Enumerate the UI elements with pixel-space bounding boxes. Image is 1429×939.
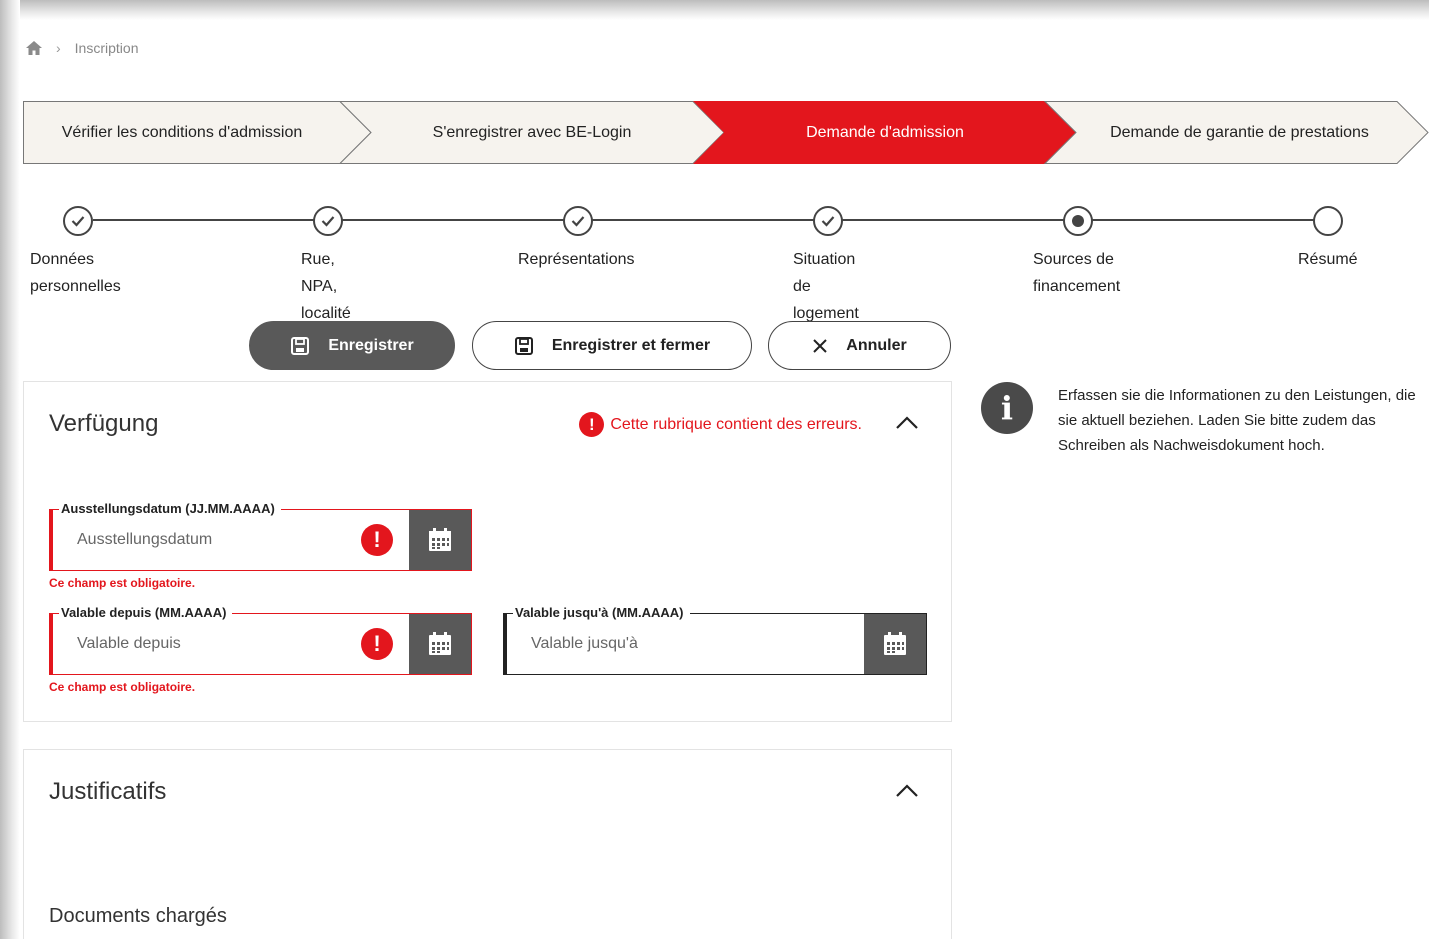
stepper-label-line: Représentations — [518, 251, 635, 268]
calendar-icon — [429, 528, 451, 551]
stepper-label-summary: Résumé — [1298, 246, 1358, 273]
cancel-button-label: Annuler — [846, 336, 907, 354]
chevron-right-icon: › — [56, 40, 61, 56]
chevron-up-icon — [896, 784, 918, 797]
breadcrumb: › Inscription — [26, 40, 138, 56]
stepper-label-line: Données — [30, 251, 95, 268]
progress-stepper: Données personnelles Rue, NPA, localité … — [20, 204, 1429, 324]
stepper-label-personal-data: Données personnelles — [30, 246, 121, 300]
stepper-label-financing: Sources de financement — [1033, 246, 1120, 300]
collapse-section-button[interactable] — [893, 409, 921, 437]
stepper-label-line: financement — [1033, 278, 1121, 295]
stepper-node-summary[interactable] — [1313, 206, 1343, 236]
stepper-label-line: NPA, — [301, 278, 338, 295]
stepper-label-line: Résumé — [1298, 251, 1358, 268]
stepper-node-personal-data[interactable] — [63, 206, 93, 236]
section-error-text: Cette rubrique contient des erreurs. — [610, 415, 862, 433]
stepper-label-line: Sources de — [1033, 251, 1114, 268]
issue-date-calendar-button[interactable] — [409, 510, 471, 570]
valid-from-calendar-button[interactable] — [409, 614, 471, 674]
process-step-admission-request[interactable]: Demande d'admission — [724, 101, 1046, 164]
issue-date-input[interactable] — [77, 510, 337, 570]
stepper-node-financing[interactable] — [1063, 206, 1093, 236]
home-icon[interactable] — [26, 41, 42, 55]
floppy-disk-icon — [291, 336, 310, 355]
save-and-close-button-label: Enregistrer et fermer — [551, 336, 711, 354]
check-icon — [71, 216, 85, 227]
process-steps: Vérifier les conditions d'admission S'en… — [23, 101, 1429, 164]
section-justificatifs: Justificatifs Documents chargés — [23, 749, 952, 939]
valid-from-field: Valable depuis (MM.AAAA) ! — [49, 605, 472, 675]
stepper-label-line: de — [793, 278, 811, 295]
stepper-node-representations[interactable] — [563, 206, 593, 236]
chevron-up-icon — [896, 416, 918, 429]
uploaded-documents-heading: Documents chargés — [49, 905, 227, 927]
stepper-label-line: Rue, — [301, 251, 335, 268]
current-step-dot — [1072, 215, 1084, 227]
window-shadow-top — [0, 0, 1429, 20]
window-shadow-left — [0, 0, 20, 939]
stepper-label-address: Rue, NPA, localité — [301, 246, 351, 327]
field-error-icon: ! — [361, 524, 393, 556]
check-icon — [821, 216, 835, 227]
info-icon: i — [981, 382, 1033, 434]
stepper-label-representations: Représentations — [518, 246, 635, 273]
save-button[interactable]: Enregistrer — [249, 321, 455, 370]
error-icon: ! — [579, 412, 605, 437]
page: › Inscription Vérifier les conditions d'… — [20, 20, 1429, 939]
process-step-verify[interactable]: Vérifier les conditions d'admission — [23, 101, 341, 164]
collapse-section-button[interactable] — [893, 777, 921, 805]
section-title: Justificatifs — [49, 778, 167, 805]
valid-until-input[interactable] — [531, 614, 791, 674]
issue-date-field: Ausstellungsdatum (JJ.MM.AAAA) ! — [49, 501, 472, 571]
valid-until-calendar-button[interactable] — [864, 614, 926, 674]
cancel-button[interactable]: Annuler — [768, 321, 951, 370]
stepper-label-housing: Situation de logement — [793, 246, 859, 327]
check-icon — [321, 216, 335, 227]
process-step-be-login[interactable]: S'enregistrer avec BE-Login — [371, 101, 693, 164]
valid-from-input[interactable] — [77, 614, 337, 674]
stepper-node-housing[interactable] — [813, 206, 843, 236]
section-title: Verfügung — [49, 410, 159, 437]
breadcrumb-current: Inscription — [74, 40, 139, 56]
close-icon — [813, 338, 827, 353]
section-verfuegung: Verfügung ! Cette rubrique contient des … — [23, 381, 952, 722]
valid-until-field: Valable jusqu'à (MM.AAAA) — [503, 605, 927, 675]
calendar-icon — [429, 632, 451, 655]
stepper-label-line: personnelles — [30, 278, 121, 295]
process-step-benefit-guarantee[interactable]: Demande de garantie de prestations — [1076, 101, 1403, 164]
save-button-label: Enregistrer — [328, 336, 414, 354]
field-error-icon: ! — [361, 628, 393, 660]
info-text: Erfassen sie die Informationen zu den Le… — [1058, 387, 1416, 454]
stepper-node-address[interactable] — [313, 206, 343, 236]
stepper-label-line: Situation — [793, 251, 856, 268]
calendar-icon — [884, 632, 906, 655]
stepper-line — [93, 219, 1323, 221]
valid-from-error: Ce champ est obligatoire. — [49, 680, 196, 694]
issue-date-error: Ce champ est obligatoire. — [49, 576, 196, 590]
check-icon — [571, 216, 585, 227]
save-and-close-button[interactable]: Enregistrer et fermer — [472, 321, 752, 370]
floppy-disk-icon — [514, 336, 533, 355]
section-error-summary: ! Cette rubrique contient des erreurs. — [579, 412, 862, 437]
